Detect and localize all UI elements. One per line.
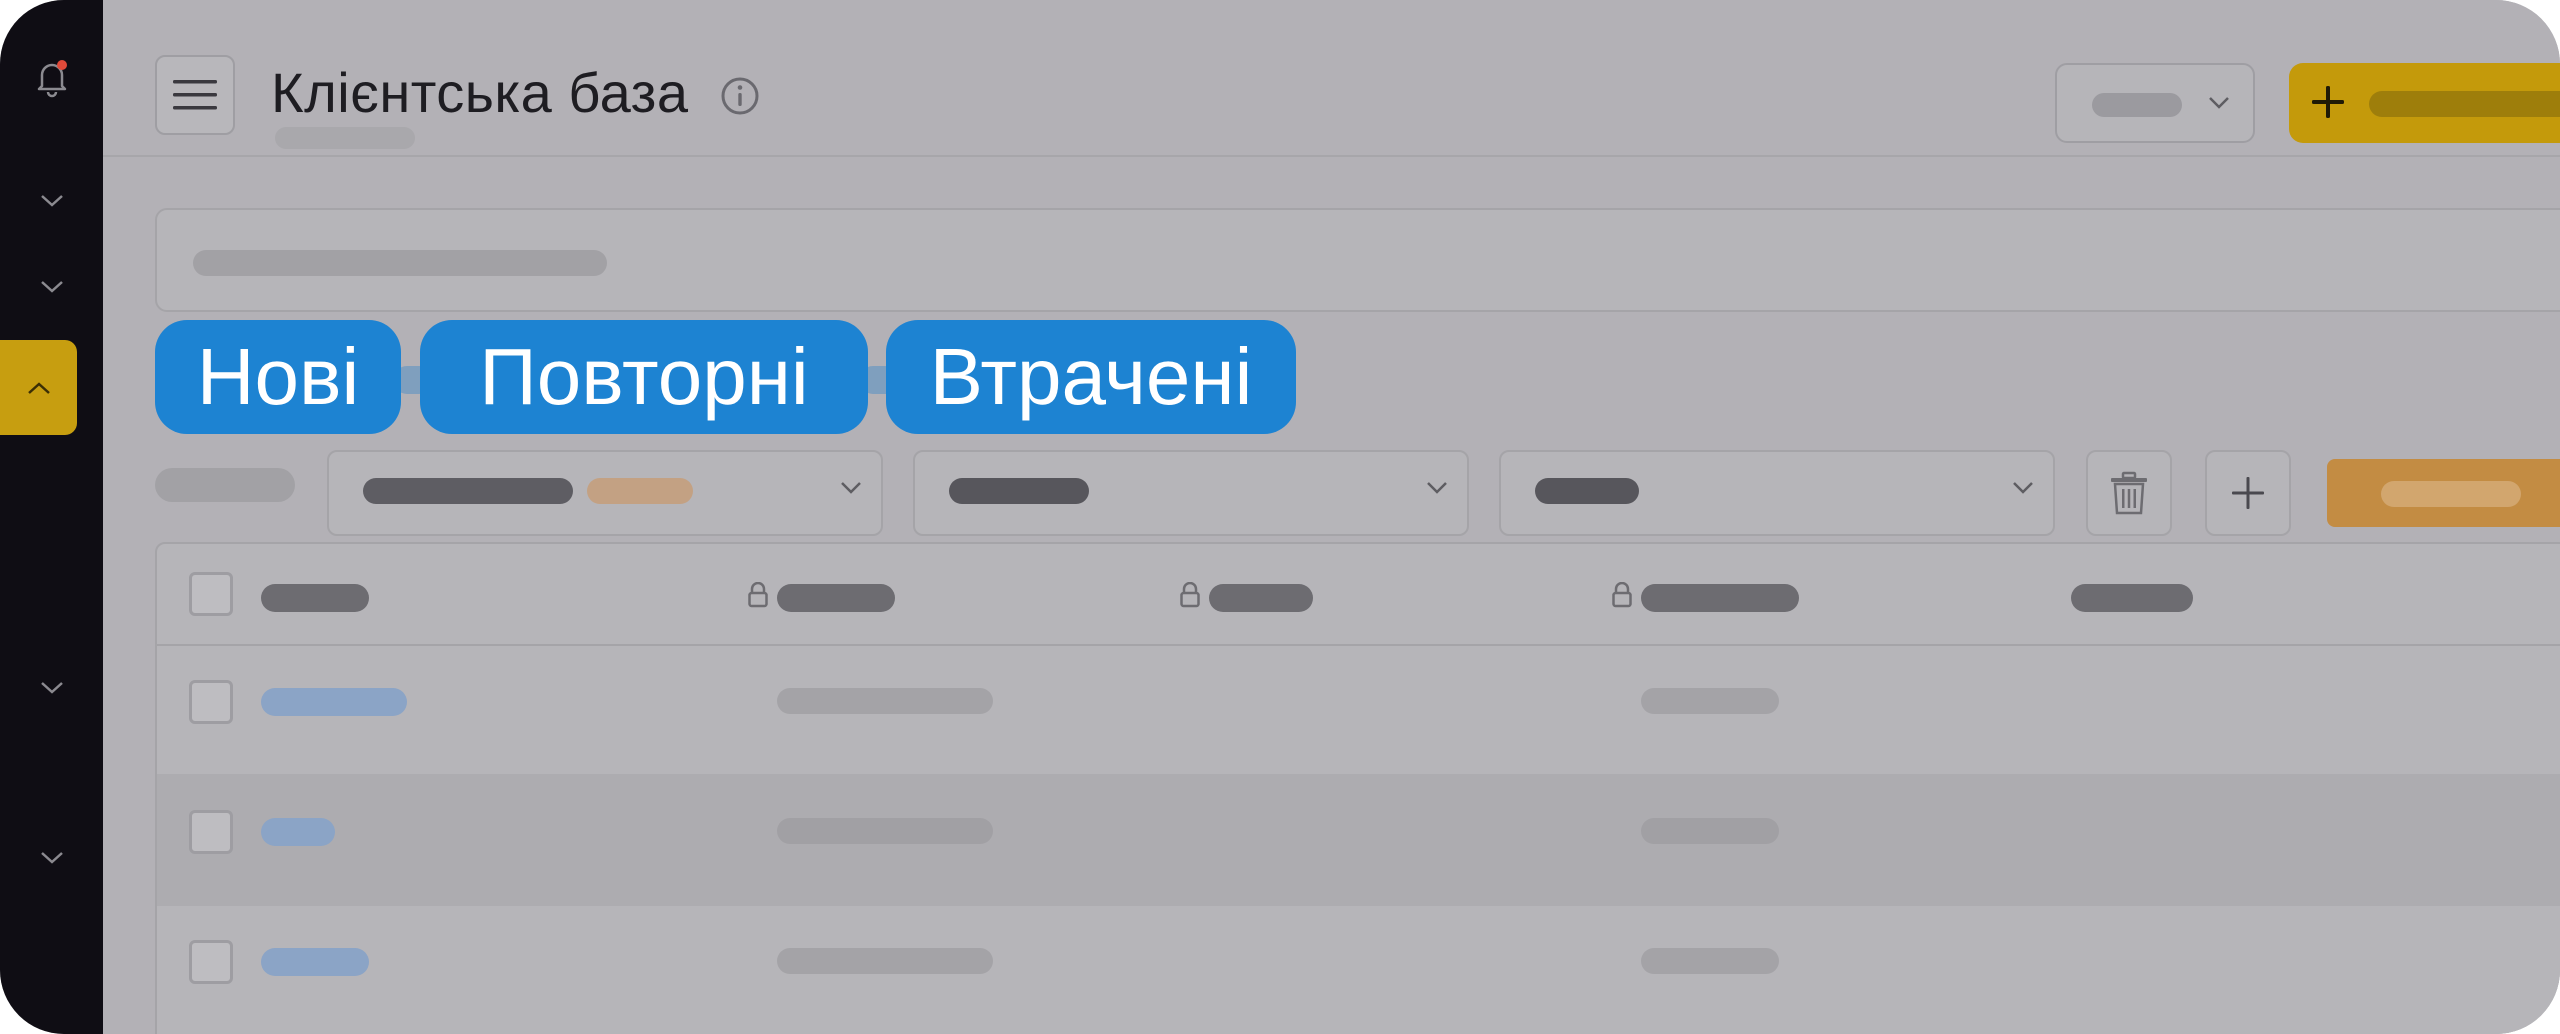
chevron-down-icon bbox=[40, 281, 63, 293]
column-header-placeholder[interactable] bbox=[2071, 584, 2193, 612]
clients-table bbox=[155, 542, 2560, 1034]
tab-lost[interactable]: Втрачені bbox=[886, 320, 1296, 434]
hamburger-menu-icon bbox=[173, 80, 217, 110]
plus-icon bbox=[2312, 86, 2344, 118]
menu-button[interactable] bbox=[155, 55, 235, 135]
apply-filters-label-placeholder bbox=[2381, 481, 2521, 507]
lock-icon bbox=[1612, 582, 1632, 608]
apply-filters-button[interactable] bbox=[2327, 459, 2560, 527]
chevron-down-icon bbox=[40, 195, 63, 207]
sidebar-section-5-toggle[interactable] bbox=[0, 850, 103, 866]
cell-placeholder bbox=[1641, 948, 1779, 974]
chevron-up-icon bbox=[27, 381, 50, 394]
client-name-link-placeholder[interactable] bbox=[261, 948, 369, 976]
chevron-down-icon bbox=[1427, 482, 1447, 494]
column-header-placeholder[interactable] bbox=[1641, 584, 1799, 612]
client-name-link-placeholder[interactable] bbox=[261, 818, 335, 846]
page-title: Клієнтська база bbox=[271, 61, 689, 124]
filter-1-badge-placeholder bbox=[587, 478, 693, 504]
trash-icon bbox=[2111, 471, 2147, 515]
lock-icon bbox=[748, 582, 768, 608]
main-content: Клієнтська база Нові Повторні Втрачені bbox=[103, 0, 2560, 1034]
filter-3-value-placeholder bbox=[1535, 478, 1639, 504]
chevron-down-icon bbox=[40, 682, 63, 694]
header-divider bbox=[103, 155, 2560, 157]
chevron-down-icon bbox=[2013, 482, 2033, 494]
column-header-placeholder[interactable] bbox=[261, 584, 369, 612]
add-client-label-placeholder bbox=[2369, 91, 2560, 117]
cell-placeholder bbox=[1641, 818, 1779, 844]
delete-filter-button[interactable] bbox=[2086, 450, 2172, 536]
chevron-down-icon bbox=[2209, 97, 2229, 109]
filter-label-placeholder bbox=[155, 468, 295, 502]
column-header-placeholder[interactable] bbox=[777, 584, 895, 612]
row-checkbox[interactable] bbox=[189, 680, 233, 724]
row-checkbox[interactable] bbox=[189, 810, 233, 854]
cell-placeholder bbox=[777, 948, 993, 974]
sidebar-section-1-toggle[interactable] bbox=[0, 193, 103, 209]
view-select-value-placeholder bbox=[2092, 93, 2182, 117]
table-header-row bbox=[157, 544, 2560, 646]
filter-select-3[interactable] bbox=[1499, 450, 2055, 536]
filter-2-value-placeholder bbox=[949, 478, 1089, 504]
filter-select-1[interactable] bbox=[327, 450, 883, 536]
bell-icon bbox=[37, 60, 67, 98]
filter-1-value-placeholder bbox=[363, 478, 573, 504]
tab-new[interactable]: Нові bbox=[155, 320, 401, 434]
notifications-button[interactable] bbox=[0, 58, 103, 98]
cell-placeholder bbox=[1641, 688, 1779, 714]
client-name-link-placeholder[interactable] bbox=[261, 688, 407, 716]
table-row[interactable] bbox=[157, 906, 2560, 1034]
table-row[interactable] bbox=[157, 646, 2560, 776]
cell-placeholder bbox=[777, 688, 993, 714]
chevron-down-icon bbox=[40, 852, 63, 864]
search-placeholder bbox=[193, 250, 607, 276]
add-filter-button[interactable] bbox=[2205, 450, 2291, 536]
search-input[interactable] bbox=[155, 208, 2560, 312]
sidebar-section-3-toggle-active[interactable] bbox=[0, 340, 77, 435]
view-select[interactable] bbox=[2055, 63, 2255, 143]
notification-dot bbox=[56, 60, 67, 70]
cell-placeholder bbox=[777, 818, 993, 844]
add-client-button[interactable] bbox=[2289, 63, 2560, 143]
sidebar bbox=[0, 0, 103, 1034]
page-subtitle-placeholder bbox=[275, 127, 415, 149]
chevron-down-icon bbox=[841, 482, 861, 494]
column-header-placeholder[interactable] bbox=[1209, 584, 1313, 612]
app-frame: Клієнтська база Нові Повторні Втрачені bbox=[0, 0, 2560, 1034]
sidebar-section-4-toggle[interactable] bbox=[0, 680, 103, 696]
table-row[interactable] bbox=[157, 776, 2560, 906]
row-checkbox[interactable] bbox=[189, 940, 233, 984]
select-all-checkbox[interactable] bbox=[189, 572, 233, 616]
plus-icon bbox=[2232, 477, 2264, 509]
tab-repeat[interactable]: Повторні bbox=[420, 320, 868, 434]
filter-select-2[interactable] bbox=[913, 450, 1469, 536]
info-icon[interactable] bbox=[719, 75, 761, 117]
sidebar-section-2-toggle[interactable] bbox=[0, 279, 103, 295]
lock-icon bbox=[1180, 582, 1200, 608]
